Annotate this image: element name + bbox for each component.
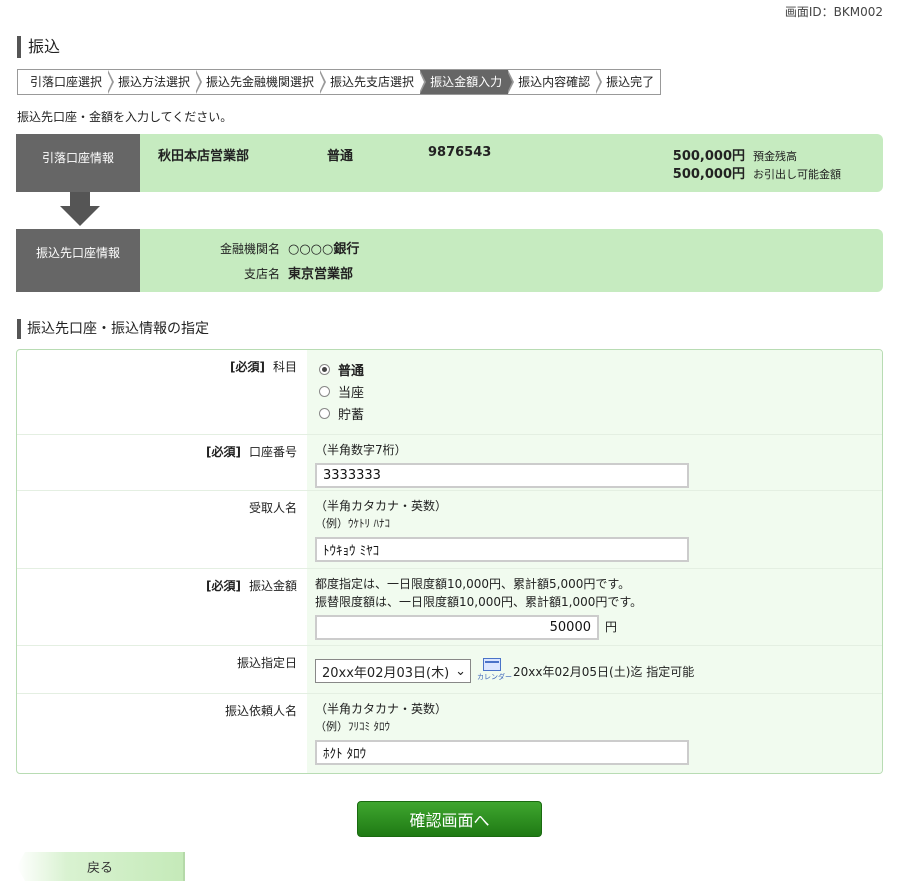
- available-row: 500,000円 お引出し可能金額: [655, 163, 849, 182]
- date-limit-note: 20xx年02月05日(土)迄 指定可能: [513, 664, 695, 679]
- amount-note-1: 都度指定は、一日限度額10,000円、累計額5,000円です。: [315, 577, 631, 591]
- instruction-text: 振込先口座・金額を入力してください。: [17, 110, 233, 124]
- confirm-button[interactable]: 確認画面へ: [357, 801, 542, 837]
- radio-icon[interactable]: [319, 407, 330, 419]
- to-bank-value: ○○○○銀行: [288, 242, 360, 257]
- amount-input[interactable]: [315, 615, 599, 640]
- date-row: 振込指定日 20xx年02月03日(木) ⌄ カレンダー 20xx年02月05日…: [17, 646, 882, 694]
- recipient-input[interactable]: [315, 537, 689, 562]
- step-indicator: 引落口座選択 振込方法選択 振込先金融機関選択 振込先支店選択 振込金額入力 振…: [17, 69, 662, 95]
- requester-note: （半角カタカナ・英数）: [315, 702, 448, 716]
- subject-option-futsu[interactable]: 普通: [315, 358, 882, 380]
- amount-label: [必須] 振込金額: [206, 579, 297, 593]
- to-branch-row: 支店名 東京営業部: [140, 263, 353, 282]
- amount-row: [必須] 振込金額 都度指定は、一日限度額10,000円、累計額5,000円です。…: [17, 569, 882, 646]
- balance-amount: 500,000円: [672, 149, 745, 164]
- available-label: お引出し可能金額: [753, 168, 841, 181]
- from-branch: 秋田本店営業部: [158, 149, 250, 164]
- calendar-icon[interactable]: カレンダー: [477, 658, 512, 684]
- account-number-note: （半角数字7桁）: [315, 443, 407, 457]
- required-tag: [必須]: [230, 360, 265, 374]
- date-label: 振込指定日: [236, 656, 297, 670]
- to-branch-value: 東京営業部: [288, 267, 354, 282]
- step-2: 振込方法選択: [108, 70, 203, 94]
- screen-id: 画面ID：BKM002: [784, 5, 883, 19]
- to-branch-label: 支店名: [243, 267, 280, 281]
- step-4: 振込先支店選択: [320, 70, 427, 94]
- requester-input[interactable]: [315, 740, 689, 765]
- from-account-type: 普通: [327, 149, 354, 164]
- from-account-label: 引落口座情報: [16, 134, 140, 192]
- balance-row: 500,000円 預金残高: [655, 145, 849, 164]
- radio-icon[interactable]: [319, 385, 330, 397]
- from-account-number: 9876543: [428, 145, 492, 160]
- subject-option-toza[interactable]: 当座: [315, 380, 882, 402]
- account-number-input[interactable]: [315, 463, 689, 488]
- section-title: 振込先口座・振込情報の指定: [17, 319, 209, 339]
- transfer-form: [必須] 科目 普通 当座 貯蓄 [必須] 口座番号 （半角数字7桁） 3333…: [16, 349, 883, 774]
- date-select[interactable]: 20xx年02月03日(木) ⌄: [315, 659, 471, 683]
- step-6: 振込内容確認: [508, 70, 603, 94]
- available-amount: 500,000円: [672, 167, 745, 182]
- to-bank-label: 金融機関名: [219, 242, 280, 256]
- from-account-panel: 引落口座情報 秋田本店営業部 普通 9876543 500,000円 預金残高 …: [16, 134, 883, 192]
- yen-unit: 円: [605, 620, 618, 634]
- account-number-row: [必須] 口座番号 （半角数字7桁）: [17, 435, 882, 491]
- step-3: 振込先金融機関選択: [196, 70, 327, 94]
- to-account-label: 振込先口座情報: [16, 229, 140, 292]
- arrow-down-icon: [60, 192, 100, 229]
- subject-option-chochiku[interactable]: 貯蓄: [315, 402, 882, 424]
- requester-label: 振込依頼人名: [224, 704, 297, 718]
- back-button[interactable]: 戻る: [17, 852, 185, 881]
- recipient-row: 受取人名 （半角カタカナ・英数） （例）ｳｹﾄﾘ ﾊﾅｺ: [17, 491, 882, 569]
- subject-label: [必須] 科目: [230, 360, 297, 374]
- page-title: 振込: [17, 36, 60, 58]
- step-5-current: 振込金額入力: [420, 70, 515, 94]
- chevron-down-icon: ⌄: [455, 663, 466, 679]
- step-7: 振込完了: [606, 75, 655, 89]
- step-1: 引落口座選択: [18, 70, 115, 94]
- recipient-label: 受取人名: [248, 501, 297, 515]
- amount-note-2: 振替限度額は、一日限度額10,000円、累計額1,000円です。: [315, 595, 643, 609]
- recipient-example: （例）ｳｹﾄﾘ ﾊﾅｺ: [315, 517, 390, 530]
- to-bank-row: 金融機関名 ○○○○銀行: [140, 238, 359, 257]
- to-account-panel: 振込先口座情報 金融機関名 ○○○○銀行 支店名 東京営業部: [16, 229, 883, 292]
- radio-checked-icon[interactable]: [319, 363, 330, 375]
- balance-label: 預金残高: [753, 150, 797, 163]
- account-number-label: [必須] 口座番号: [206, 445, 297, 459]
- recipient-note: （半角カタカナ・英数）: [315, 499, 448, 513]
- subject-row: [必須] 科目 普通 当座 貯蓄: [17, 350, 882, 435]
- requester-example: （例）ﾌﾘｺﾐ ﾀﾛｳ: [315, 720, 390, 733]
- requester-row: 振込依頼人名 （半角カタカナ・英数） （例）ﾌﾘｺﾐ ﾀﾛｳ: [17, 694, 882, 773]
